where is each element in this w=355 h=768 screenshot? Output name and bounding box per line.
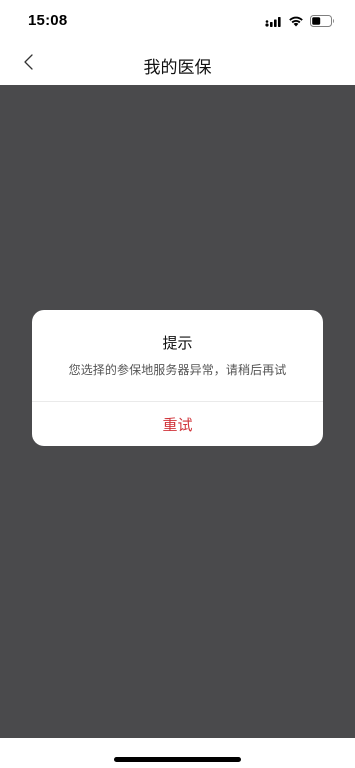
dialog-message: 您选择的参保地服务器异常，请稍后再试 xyxy=(68,363,287,377)
status-time: 15:08 xyxy=(28,12,68,29)
retry-button[interactable]: 重试 xyxy=(32,402,323,446)
battery-icon xyxy=(310,12,335,31)
screen: 15:08 我的医保 提示 您选择的参保地服务器异常，请稍后再试 重试 xyxy=(0,0,355,768)
wifi-icon xyxy=(288,12,304,31)
dialog-title: 提示 xyxy=(162,334,193,352)
page-title: 我的医保 xyxy=(143,58,212,78)
status-icons xyxy=(265,14,335,28)
alert-dialog: 提示 您选择的参保地服务器异常，请稍后再试 重试 xyxy=(32,310,323,446)
nav-bar: 我的医保 xyxy=(0,44,355,85)
status-bar: 15:08 xyxy=(0,0,355,44)
home-indicator[interactable] xyxy=(114,757,241,762)
bottom-bar xyxy=(0,738,355,768)
cellular-signal-icon xyxy=(265,12,282,31)
